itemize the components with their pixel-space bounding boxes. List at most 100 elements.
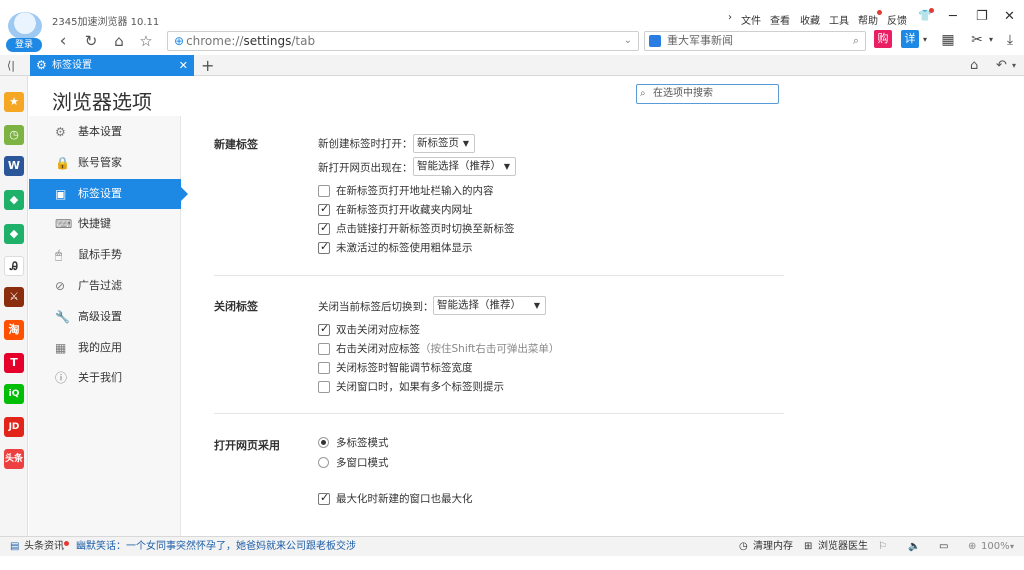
option-text: 未激活过的标签使用粗体显示 (336, 240, 473, 256)
settings-nav-item[interactable]: ▦ 我的应用 (29, 333, 181, 363)
shield-app-2-icon[interactable]: ◆ (4, 224, 24, 244)
settings-nav-item[interactable]: 🖱 鼠标手势 (29, 240, 181, 270)
option-checkbox[interactable] (318, 221, 330, 235)
back-icon[interactable]: ‹ (52, 30, 74, 52)
menu-tools[interactable]: 工具 (829, 12, 849, 27)
toutiao-app-icon[interactable]: 头条 (4, 449, 24, 469)
option-checkbox[interactable] (318, 240, 330, 254)
menu-view[interactable]: 查看 (770, 12, 790, 27)
bookmark-star-icon[interactable]: ☆ (135, 30, 157, 52)
undo-close-icon[interactable]: ↶ (996, 55, 1007, 76)
news-list-icon[interactable]: ▤ (10, 537, 19, 556)
settings-nav-item[interactable]: 🔧 高级设置 (29, 302, 181, 332)
font-app-icon[interactable]: Ꭿ (4, 256, 24, 276)
open-mode-radio[interactable] (318, 437, 329, 448)
jd-app-icon[interactable]: JD (4, 417, 24, 437)
options-search-input[interactable]: ⌕ 在选项中搜索 (636, 84, 779, 104)
web-search-box[interactable]: 重大军事新闻 ⌕ (644, 31, 866, 51)
zoom-icon[interactable]: ⊕ (968, 537, 976, 556)
settings-nav-item[interactable]: 🔒 账号管家 (29, 148, 181, 178)
news-ticker[interactable]: 幽默笑话：一个女同事突然怀孕了，她爸妈就来公司跟老板交涉 (76, 537, 356, 556)
option-label: 右击关闭对应标签 (336, 343, 420, 355)
home-icon[interactable]: ⌂ (108, 30, 130, 52)
nav-item-icon: ⚙ (55, 125, 66, 139)
browser-doctor-button[interactable]: 浏览器医生 (818, 537, 868, 556)
open-mode-radio[interactable] (318, 457, 329, 468)
user-avatar[interactable] (8, 12, 42, 40)
shield-app-1-icon[interactable]: ◆ (4, 190, 24, 210)
tab-settings[interactable]: ⚙ 标签设置 ✕ (30, 55, 194, 76)
nav-item-label: 广告过滤 (78, 279, 122, 292)
new-page-position-value: 智能选择（推荐） (417, 160, 501, 172)
reload-icon[interactable]: ↻ (80, 30, 102, 52)
menu-file[interactable]: 文件 (741, 12, 761, 27)
browser-doctor-icon[interactable]: ⊞ (804, 537, 812, 556)
page-title: 浏览器选项 (52, 90, 152, 114)
minimize-button[interactable]: ─ (949, 9, 957, 24)
close-switch-select[interactable]: 智能选择（推荐） ▼ (433, 296, 546, 315)
address-bar[interactable]: ⊕ chrome://settings/tab ⌄ (167, 31, 639, 51)
new-tab-open-select[interactable]: 新标签页 ▼ (413, 134, 475, 153)
site-info-icon[interactable]: ⊕ (174, 34, 184, 48)
settings-nav-item[interactable]: ▣ 标签设置 (29, 178, 188, 209)
nav-item-icon: ▣ (55, 186, 67, 201)
menu-favorites[interactable]: 收藏 (800, 12, 820, 27)
option-checkbox[interactable] (318, 185, 330, 197)
settings-nav-item[interactable]: ⚙ 基本设置 (29, 117, 181, 147)
compat-mode-icon[interactable]: ⚐ (878, 537, 887, 556)
option-checkbox[interactable] (318, 322, 330, 336)
menu-help[interactable]: 帮助 (858, 12, 878, 27)
zoom-level[interactable]: 100% (981, 537, 1010, 556)
settings-nav-item[interactable]: ⊘ 广告过滤 (29, 271, 181, 301)
clear-memory-icon[interactable]: ◷ (739, 537, 748, 556)
zoom-dropdown-icon[interactable]: ▾ (1010, 537, 1014, 556)
history-clock-icon[interactable]: ◷ (4, 125, 24, 145)
option-label: 关闭标签时智能调节标签宽度 (336, 362, 473, 374)
home-tab-icon[interactable]: ⌂ (970, 55, 978, 76)
word-doc-icon[interactable]: W (4, 156, 24, 176)
maximize-new-window-checkbox[interactable] (318, 491, 330, 505)
sidebar-toggle-icon[interactable]: ⟨| (7, 55, 15, 76)
option-checkbox[interactable] (318, 381, 330, 393)
settings-nav-item[interactable]: ⌨ 快捷键 (29, 209, 181, 239)
menu-feedback[interactable]: 反馈 (887, 12, 907, 27)
address-host: settings (243, 34, 292, 48)
news-label[interactable]: 头条资讯 (24, 537, 64, 556)
option-checkbox[interactable] (318, 202, 330, 216)
tab-close-icon[interactable]: ✕ (179, 55, 188, 76)
open-new-tab-label: 新创建标签时打开： (318, 138, 413, 150)
search-icon[interactable]: ⌕ (853, 32, 859, 50)
option-checkbox[interactable] (318, 362, 330, 374)
shopping-button[interactable]: 购 (874, 30, 892, 50)
window-mode-icon[interactable]: ▭ (939, 537, 948, 556)
option-checkbox[interactable] (318, 343, 330, 355)
close-button[interactable]: ✕ (1004, 9, 1015, 24)
iqiyi-app-icon[interactable]: iQ (4, 384, 24, 404)
detail-dropdown-icon[interactable]: ▾ (920, 30, 930, 50)
undo-dropdown-icon[interactable]: ▾ (1012, 55, 1016, 76)
favorites-star-icon[interactable]: ★ (4, 92, 24, 112)
login-button[interactable]: 登录 (6, 38, 42, 52)
status-bar: ▤ 头条资讯 幽默笑话：一个女同事突然怀孕了，她爸妈就来公司跟老板交涉 ◷ 清理… (0, 536, 1024, 556)
nav-item-label: 高级设置 (78, 309, 122, 323)
address-dropdown-icon[interactable]: ⌄ (624, 32, 632, 50)
settings-nav-item[interactable]: ⓘ 关于我们 (29, 363, 181, 393)
new-tab-button[interactable]: + (201, 55, 214, 76)
tmall-app-icon[interactable]: T (4, 353, 24, 373)
clear-memory-button[interactable]: 清理内存 (753, 537, 793, 556)
nav-item-label: 快捷键 (78, 217, 111, 231)
download-icon[interactable]: ⤓ (1000, 30, 1020, 50)
chevron-down-icon: ▼ (503, 162, 510, 171)
taobao-app-icon[interactable]: 淘 (4, 320, 24, 340)
volume-icon[interactable]: 🔈 (908, 537, 920, 556)
screenshot-scissors-icon[interactable]: ✂ (966, 30, 988, 50)
game-app-icon[interactable]: ⚔ (4, 287, 24, 307)
apps-grid-icon[interactable]: ▦ (938, 30, 958, 50)
scissors-dropdown-icon[interactable]: ▾ (986, 30, 996, 50)
new-page-position-select[interactable]: 智能选择（推荐） ▼ (413, 157, 516, 176)
option-label: 关闭窗口时，如果有多个标签则提示 (336, 381, 504, 393)
restore-button[interactable]: ❐ (976, 9, 988, 24)
menu-expand-icon[interactable]: › (728, 12, 732, 23)
option-text: 在新标签页打开收藏夹内网址 (336, 202, 473, 218)
options-search-placeholder: 在选项中搜索 (653, 88, 713, 99)
